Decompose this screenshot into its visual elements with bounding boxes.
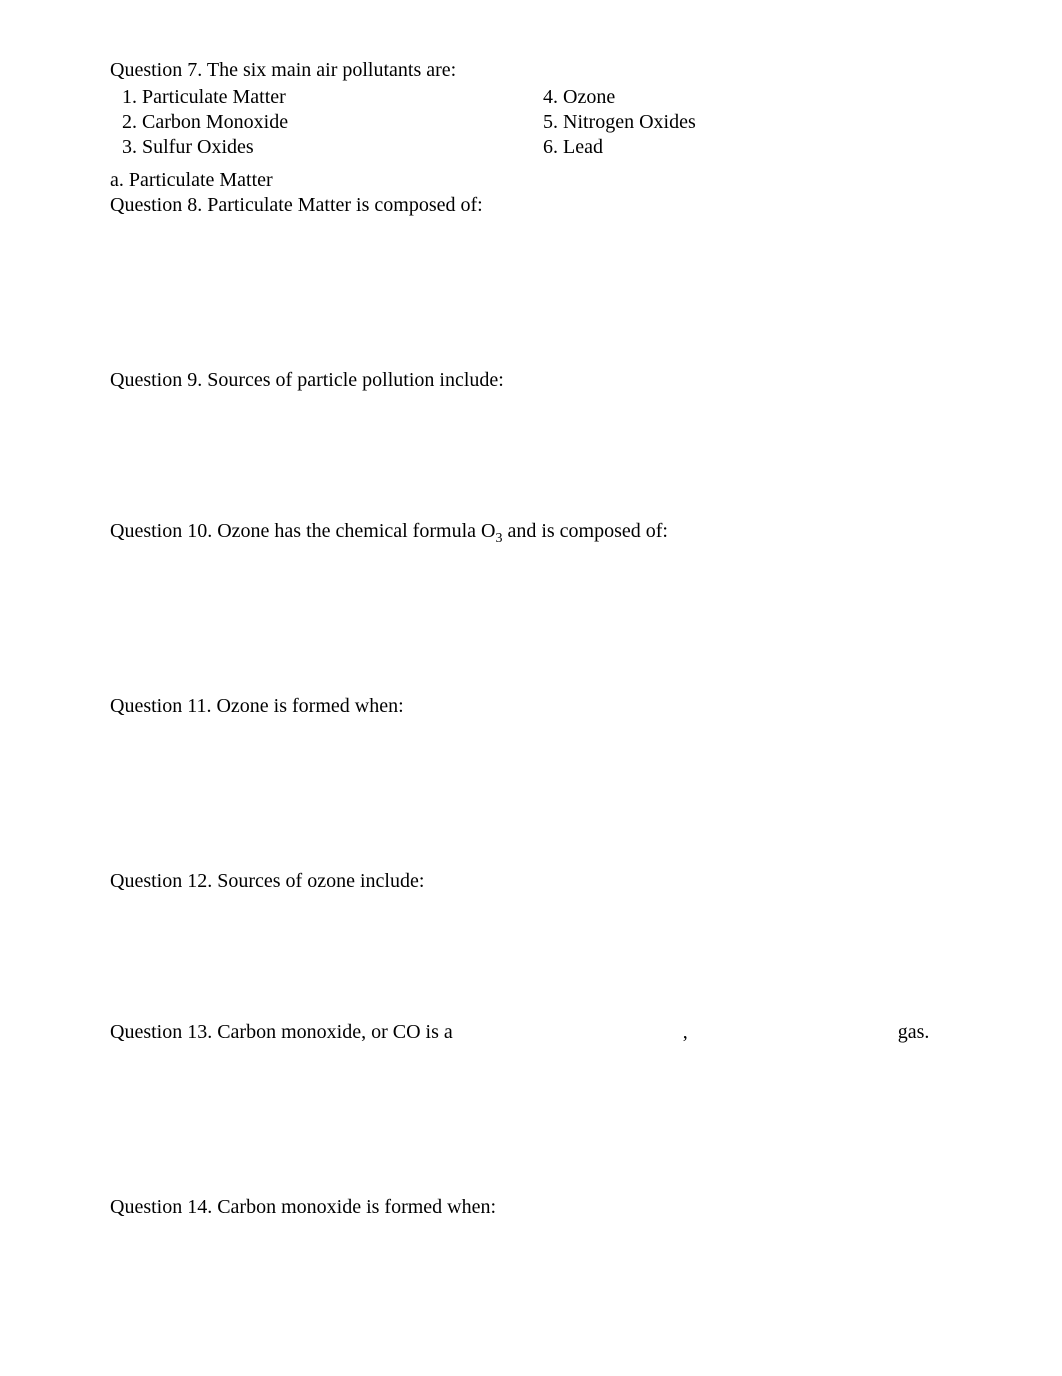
pollutant-item-2: 2. Carbon Monoxide bbox=[110, 110, 531, 135]
question-14-text: Question 14. Carbon monoxide is formed w… bbox=[110, 1195, 952, 1220]
question-7-right-col: 4. Ozone 5. Nitrogen Oxides 6. Lead bbox=[531, 85, 952, 160]
question-9-text: Question 9. Sources of particle pollutio… bbox=[110, 368, 952, 393]
question-7-left-col: 1. Particulate Matter 2. Carbon Monoxide… bbox=[110, 85, 531, 160]
question-10-text: Question 10. Ozone has the chemical form… bbox=[110, 519, 952, 544]
question-10-post: and is composed of: bbox=[502, 520, 668, 542]
pollutant-item-6: 6. Lead bbox=[531, 135, 952, 160]
pollutant-item-5: 5. Nitrogen Oxides bbox=[531, 110, 952, 135]
page-content: Question 7. The six main air pollutants … bbox=[0, 0, 1062, 1260]
pollutant-item-3: 3. Sulfur Oxides bbox=[110, 135, 531, 160]
question-13-text: Question 13. Carbon monoxide, or CO is a… bbox=[110, 1020, 952, 1045]
question-12-text: Question 12. Sources of ozone include: bbox=[110, 869, 952, 894]
pollutant-item-1: 1. Particulate Matter bbox=[110, 85, 531, 110]
question-8-text: Question 8. Particulate Matter is compos… bbox=[110, 193, 952, 218]
question-7-text: Question 7. The six main air pollutants … bbox=[110, 58, 952, 83]
question-7-sub-a: a. Particulate Matter bbox=[110, 168, 952, 193]
pollutant-item-4: 4. Ozone bbox=[531, 85, 952, 110]
question-7-list: 1. Particulate Matter 2. Carbon Monoxide… bbox=[110, 85, 952, 160]
question-10-pre: Question 10. Ozone has the chemical form… bbox=[110, 520, 495, 542]
question-11-text: Question 11. Ozone is formed when: bbox=[110, 694, 952, 719]
question-7: Question 7. The six main air pollutants … bbox=[110, 58, 952, 160]
